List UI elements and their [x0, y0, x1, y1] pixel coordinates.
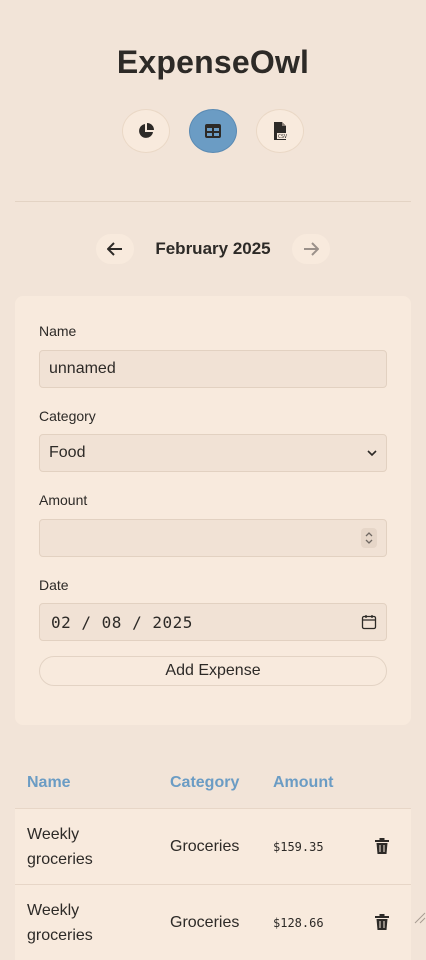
- number-stepper-icon[interactable]: [361, 528, 377, 548]
- nav-export-csv-button[interactable]: CSV: [256, 109, 304, 153]
- name-label: Name: [39, 323, 77, 339]
- table-icon: [205, 124, 221, 138]
- calendar-icon[interactable]: [361, 614, 377, 630]
- column-header-amount[interactable]: Amount: [273, 774, 333, 792]
- csv-file-icon: CSV: [274, 122, 288, 140]
- row-category: Groceries: [170, 914, 240, 931]
- column-header-category[interactable]: Category: [170, 774, 239, 792]
- row-amount: $159.35: [273, 840, 324, 854]
- app-title: ExpenseOwl: [116, 44, 310, 80]
- column-header-name[interactable]: Name: [27, 774, 71, 792]
- chevron-down-icon: [367, 449, 377, 457]
- prev-month-button[interactable]: [96, 234, 134, 264]
- resize-handle-icon[interactable]: [412, 910, 426, 924]
- arrow-right-icon: [304, 242, 319, 256]
- next-month-button[interactable]: [292, 234, 330, 264]
- svg-text:CSV: CSV: [278, 134, 287, 140]
- date-input-value: 02 / 08 / 2025: [51, 612, 193, 632]
- header-divider: [15, 201, 411, 202]
- nav-dashboard-button[interactable]: [122, 109, 170, 153]
- amount-input[interactable]: [39, 519, 387, 557]
- row-name: Weekly groceries: [27, 902, 93, 944]
- delete-icon[interactable]: [375, 838, 389, 854]
- add-expense-button[interactable]: Add Expense: [39, 656, 387, 686]
- nav-table-button[interactable]: [189, 109, 237, 153]
- pie-chart-icon: [139, 123, 154, 138]
- row-category: Groceries: [170, 838, 240, 855]
- row-name: Weekly groceries: [27, 826, 93, 868]
- amount-label: Amount: [39, 492, 88, 508]
- arrow-left-icon: [107, 242, 122, 256]
- table-row: Weekly groceries Groceries $128.66: [15, 884, 411, 960]
- date-label: Date: [39, 577, 69, 593]
- expense-form: Name unnamed Category Food Amount Date 0…: [15, 296, 411, 725]
- delete-icon[interactable]: [375, 914, 389, 930]
- name-input[interactable]: unnamed: [39, 350, 387, 388]
- current-month-label: February 2025: [155, 239, 271, 258]
- table-row: Weekly groceries Groceries $159.35: [15, 808, 411, 884]
- category-select[interactable]: Food: [39, 434, 387, 472]
- category-select-value: Food: [49, 444, 86, 461]
- date-input[interactable]: 02 / 08 / 2025: [39, 603, 387, 641]
- row-amount: $128.66: [273, 916, 324, 930]
- name-input-value: unnamed: [49, 360, 116, 377]
- category-label: Category: [39, 408, 96, 424]
